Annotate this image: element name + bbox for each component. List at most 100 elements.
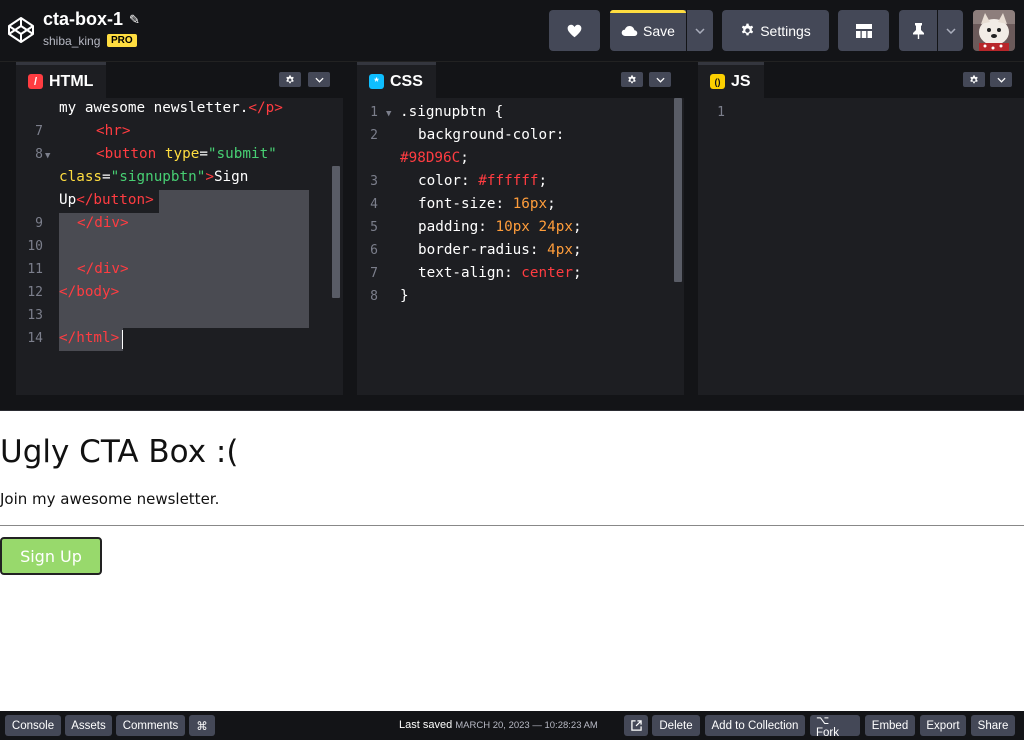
tab-css[interactable]: * CSS	[357, 62, 436, 98]
line-number: 7	[35, 124, 43, 139]
line-number: 6	[370, 243, 378, 258]
code-line: Up</button>	[59, 192, 154, 208]
code-line: </html>	[59, 330, 120, 346]
code-line: </body>	[59, 284, 120, 300]
comments-button[interactable]: Comments	[116, 715, 185, 736]
pin-icon	[912, 22, 924, 39]
preview-divider	[0, 525, 1024, 526]
save-button[interactable]: Save	[610, 10, 686, 51]
html-settings-button[interactable]	[279, 72, 301, 87]
code-line: background-color:	[418, 127, 565, 143]
tab-html[interactable]: / HTML	[16, 62, 107, 98]
css-icon: *	[369, 74, 384, 89]
html-editor-panel[interactable]: / HTML my awesome newsletter.</p> 7 <hr>…	[16, 62, 343, 395]
line-number: 5	[370, 220, 378, 235]
export-button[interactable]: Export	[920, 715, 966, 736]
html-panel-header: / HTML	[16, 62, 343, 98]
chevron-down-icon	[655, 77, 665, 83]
js-icon: ()	[710, 74, 725, 89]
preview-resize-bar[interactable]	[0, 395, 1024, 411]
fork-button[interactable]: ⌥ Fork	[810, 715, 860, 739]
line-number: 13	[27, 308, 43, 323]
html-collapse-button[interactable]	[308, 72, 330, 87]
pin-button[interactable]	[899, 10, 937, 51]
username[interactable]: shiba_king	[43, 34, 100, 48]
console-button[interactable]: Console	[5, 715, 61, 736]
assets-button[interactable]: Assets	[65, 715, 112, 736]
fold-arrow-icon[interactable]: ▼	[45, 151, 50, 161]
shiba-dog-avatar-icon	[973, 10, 1015, 51]
line-number: 12	[27, 285, 43, 300]
editor-area: / HTML my awesome newsletter.</p> 7 <hr>…	[0, 62, 1024, 395]
line-number: 7	[370, 266, 378, 281]
user-avatar[interactable]	[973, 10, 1015, 51]
share-button[interactable]: Share	[971, 715, 1015, 736]
gear-icon	[286, 74, 294, 83]
add-to-collection-button[interactable]: Add to Collection	[705, 715, 805, 736]
open-external-button[interactable]	[624, 715, 648, 736]
resize-handle-1[interactable]	[343, 62, 357, 395]
settings-button[interactable]: Settings	[722, 10, 829, 51]
save-label: Save	[643, 22, 675, 39]
layout-grid-icon	[855, 23, 872, 38]
css-settings-button[interactable]	[621, 72, 643, 87]
change-view-button[interactable]	[838, 10, 889, 51]
code-line: #98D96C;	[400, 150, 469, 166]
code-line: padding: 10px 24px;	[418, 219, 582, 235]
gear-icon	[742, 23, 754, 36]
settings-label: Settings	[760, 22, 811, 39]
chevron-down-icon	[945, 27, 956, 34]
save-options-dropdown[interactable]	[687, 10, 713, 51]
line-number: 9	[35, 216, 43, 231]
js-panel-header: () JS	[698, 62, 1024, 98]
last-saved-status: Last saved MARCH 20, 2023 — 10:28:23 AM	[399, 719, 598, 731]
css-collapse-button[interactable]	[649, 72, 671, 87]
html-icon: /	[28, 74, 43, 89]
js-editor-panel[interactable]: () JS 1	[698, 62, 1024, 395]
css-panel-header: * CSS	[357, 62, 684, 98]
line-number: 4	[370, 197, 378, 212]
line-number: 3	[370, 174, 378, 189]
love-button[interactable]	[549, 10, 600, 51]
tab-js[interactable]: () JS	[698, 62, 764, 98]
external-link-icon	[630, 720, 642, 731]
tab-html-label: HTML	[49, 72, 94, 90]
chevron-down-icon	[314, 77, 324, 83]
code-line: </div>	[77, 215, 129, 231]
last-saved-label: Last saved	[399, 719, 453, 731]
line-number: 11	[27, 262, 43, 277]
line-number: 10	[27, 239, 43, 254]
code-line: </div>	[77, 261, 129, 277]
preview-paragraph: Join my awesome newsletter.	[0, 490, 220, 508]
code-line: .signupbtn {	[400, 104, 504, 120]
css-editor-panel[interactable]: * CSS 1 ▼ .signupbtn { 2 background-colo…	[357, 62, 684, 395]
code-line: color: #ffffff;	[418, 173, 548, 189]
resize-handle-2[interactable]	[684, 62, 698, 395]
line-number: 1	[717, 105, 725, 120]
code-line: <hr>	[96, 123, 131, 139]
pen-title[interactable]: cta-box-1	[43, 9, 123, 30]
tab-css-label: CSS	[390, 72, 423, 90]
line-number: 14	[27, 331, 43, 346]
keyboard-shortcuts-button[interactable]: ⌘	[189, 715, 215, 736]
signup-button[interactable]: Sign Up	[0, 537, 102, 575]
line-number: 8	[35, 147, 43, 162]
chevron-down-icon	[996, 77, 1006, 83]
tab-js-label: JS	[731, 72, 751, 90]
preview-heading: Ugly CTA Box :(	[0, 434, 239, 470]
line-number: 8	[370, 289, 378, 304]
code-line: border-radius: 4px;	[418, 242, 582, 258]
codepen-logo-icon[interactable]	[6, 15, 36, 45]
js-settings-button[interactable]	[963, 72, 985, 87]
embed-button[interactable]: Embed	[865, 715, 915, 736]
pin-options-dropdown[interactable]	[938, 10, 963, 51]
result-preview: Ugly CTA Box :( Join my awesome newslett…	[0, 411, 1024, 711]
delete-button[interactable]: Delete	[652, 715, 700, 736]
js-collapse-button[interactable]	[990, 72, 1012, 87]
bottom-bar: Console Assets Comments ⌘ Last saved MAR…	[0, 711, 1024, 740]
left-gutter	[0, 62, 16, 395]
code-line: class="signupbtn">Sign	[59, 169, 249, 185]
line-number: 1	[370, 105, 378, 120]
edit-title-icon[interactable]: ✎	[129, 12, 140, 28]
fold-arrow-icon[interactable]: ▼	[386, 109, 391, 119]
